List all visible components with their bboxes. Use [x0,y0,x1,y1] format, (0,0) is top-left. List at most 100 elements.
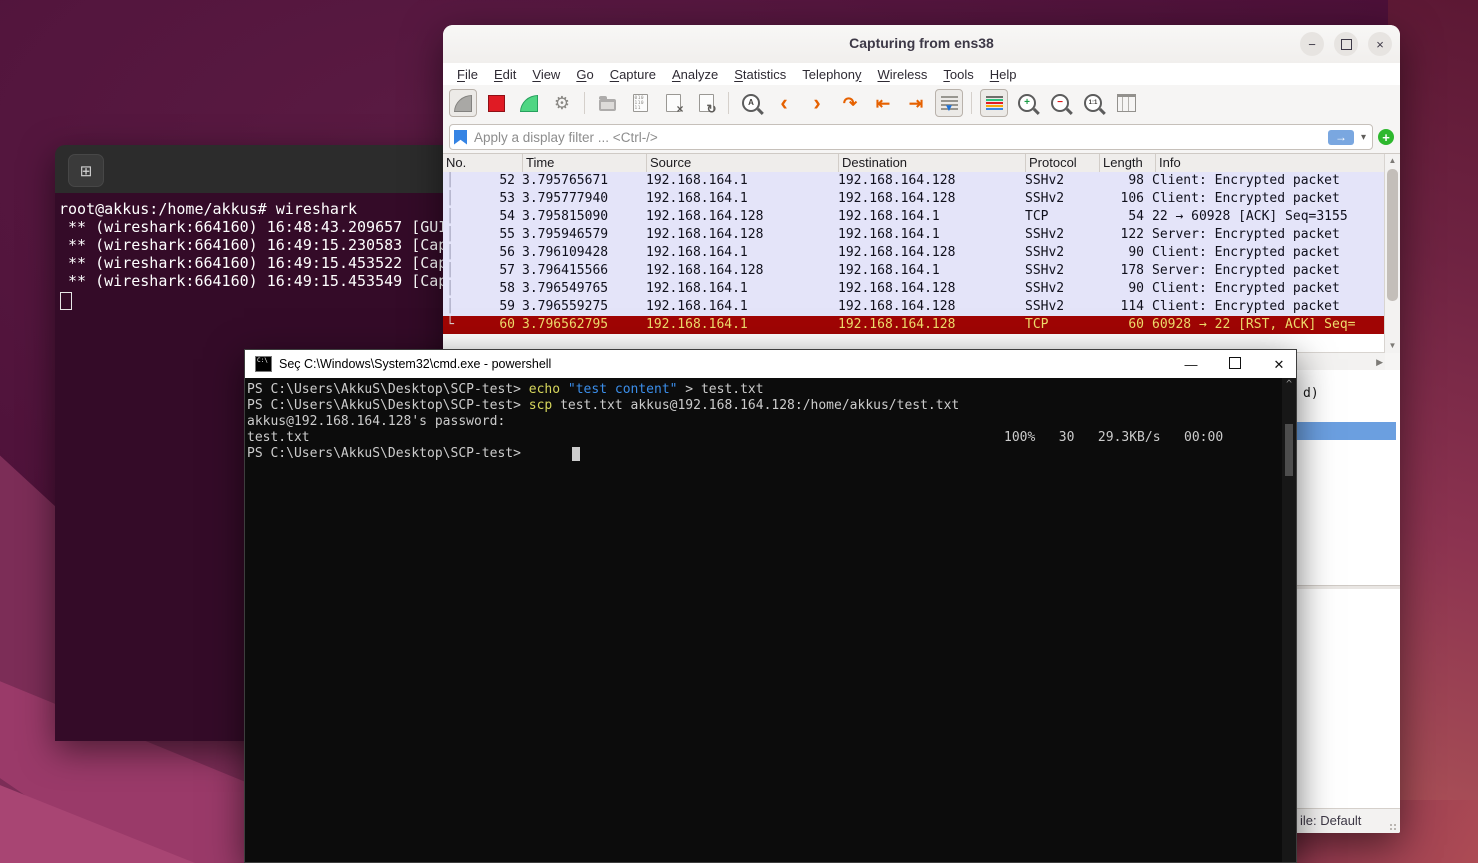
packet-row[interactable]: │553.795946579192.168.164.128192.168.164… [443,226,1385,244]
cmd-window[interactable]: C:\ Seç C:\Windows\System32\cmd.exe - po… [244,349,1297,863]
column-header-info[interactable]: Info [1156,154,1385,172]
packet-ind: │ [443,190,457,208]
resize-columns-icon[interactable] [1112,89,1140,117]
next-packet-icon[interactable]: › [803,89,831,117]
menu-help[interactable]: Help [982,67,1025,82]
minimize-button[interactable]: — [1184,358,1198,371]
cmd-text: test.txt [247,430,310,445]
menu-go[interactable]: Go [568,67,601,82]
wireshark-titlebar[interactable]: Capturing from ens38 −× [443,25,1400,64]
packet-protocol: TCP [1022,316,1096,334]
packet-row[interactable]: │543.795815090192.168.164.128192.168.164… [443,208,1385,226]
packet-no: 59 [457,298,519,316]
close-button[interactable]: ✕ [1272,358,1286,371]
menu-edit[interactable]: Edit [486,67,524,82]
packet-row[interactable]: │523.795765671192.168.164.1192.168.164.1… [443,172,1385,190]
toolbar-separator [584,92,585,114]
scroll-up-icon[interactable]: ^ [1282,380,1296,390]
resize-grip[interactable] [1389,823,1397,831]
scroll-up-icon[interactable]: ▲ [1385,155,1400,167]
packet-no: 56 [457,244,519,262]
cmd-window-title: Seç C:\Windows\System32\cmd.exe - powers… [279,357,551,371]
restart-capture-icon[interactable] [515,89,543,117]
maximize-button[interactable] [1334,32,1358,56]
packet-row[interactable]: └603.796562795192.168.164.1192.168.164.1… [443,316,1385,334]
menu-wireless[interactable]: Wireless [870,67,936,82]
packet-ind: └ [443,316,457,334]
packet-destination: 192.168.164.1 [835,226,1022,244]
cmd-text: PS C:\Users\AkkuS\Desktop\SCP-test> [247,446,529,461]
column-header-no[interactable]: No. [443,154,523,172]
menu-file[interactable]: File [449,67,486,82]
packet-row[interactable]: │563.796109428192.168.164.1192.168.164.1… [443,244,1385,262]
zoom-in-icon[interactable]: + [1013,89,1041,117]
find-packet-icon[interactable]: A [737,89,765,117]
scrollbar-thumb[interactable] [1387,169,1398,301]
packet-protocol: SSHv2 [1022,172,1096,190]
capture-options-icon[interactable]: ⚙ [548,89,576,117]
cmd-scrollbar[interactable]: ^ [1282,378,1296,862]
column-header-destination[interactable]: Destination [839,154,1026,172]
toolbar-separator [971,92,972,114]
colorize-icon[interactable] [980,89,1008,117]
menu-telephony[interactable]: Telephony [794,67,869,82]
cmd-text: PS C:\Users\AkkuS\Desktop\SCP-test> [247,398,529,413]
packet-list-scrollbar[interactable]: ▲ ▼ [1384,154,1400,353]
zoom-out-icon[interactable]: − [1046,89,1074,117]
column-header-length[interactable]: Length [1100,154,1156,172]
cmd-titlebar[interactable]: C:\ Seç C:\Windows\System32\cmd.exe - po… [245,350,1296,378]
apply-filter-button[interactable]: → [1328,130,1354,145]
cmd-line: test.txt 100% 30 29.3KB/s 00:00 [247,430,1282,446]
menu-tools[interactable]: Tools [935,67,981,82]
packet-destination: 192.168.164.128 [835,172,1022,190]
column-header-source[interactable]: Source [647,154,839,172]
close-button[interactable]: × [1368,32,1392,56]
packet-row[interactable]: │583.796549765192.168.164.1192.168.164.1… [443,280,1385,298]
last-packet-icon[interactable]: ⇥ [902,89,930,117]
scroll-right-icon[interactable]: ▶ [1376,355,1383,369]
filter-dropdown-icon[interactable]: ▾ [1359,132,1368,143]
cmd-output[interactable]: PS C:\Users\AkkuS\Desktop\SCP-test> echo… [245,378,1282,862]
go-to-packet-icon[interactable]: ↷ [836,89,864,117]
packet-protocol: SSHv2 [1022,190,1096,208]
minimize-button[interactable]: − [1300,32,1324,56]
zoom-original-icon[interactable]: 1:1 [1079,89,1107,117]
packet-length: 114 [1096,298,1148,316]
menu-statistics[interactable]: Statistics [726,67,794,82]
scrollbar-thumb[interactable] [1285,424,1293,476]
packet-time: 3.796109428 [519,244,643,262]
packet-info: Client: Encrypted packet [1148,190,1385,208]
menu-analyze[interactable]: Analyze [664,67,726,82]
previous-packet-icon[interactable]: ‹ [770,89,798,117]
display-filter-input[interactable] [472,129,1323,146]
add-filter-button[interactable]: + [1378,129,1394,145]
column-header-time[interactable]: Time [523,154,647,172]
packet-row[interactable]: │573.796415566192.168.164.128192.168.164… [443,262,1385,280]
open-file-icon[interactable] [593,89,621,117]
maximize-button[interactable] [1228,357,1242,371]
auto-scroll-icon[interactable]: ▼ [935,89,963,117]
packet-row[interactable]: │533.795777940192.168.164.1192.168.164.1… [443,190,1385,208]
start-capture-icon[interactable] [449,89,477,117]
bookmark-icon[interactable] [454,130,467,145]
first-packet-icon[interactable]: ⇤ [869,89,897,117]
menu-view[interactable]: View [524,67,568,82]
packet-row[interactable]: │593.796559275192.168.164.1192.168.164.1… [443,298,1385,316]
menu-capture[interactable]: Capture [602,67,664,82]
cmd-text: 100% 30 29.3KB/s 00:00 [1004,430,1223,446]
packet-ind: │ [443,226,457,244]
close-file-icon[interactable]: × [659,89,687,117]
save-file-icon[interactable]: 01011011 [626,89,654,117]
new-tab-button[interactable]: ⊞ [68,154,104,187]
filter-bar: → ▾ + [443,121,1400,153]
profile-label[interactable]: ile: Default [1300,809,1361,833]
window-controls: −× [1300,32,1392,56]
stop-capture-icon[interactable] [482,89,510,117]
column-header-protocol[interactable]: Protocol [1026,154,1100,172]
display-filter-box[interactable]: → ▾ [449,124,1373,150]
packet-time: 3.796559275 [519,298,643,316]
packet-info: Client: Encrypted packet [1148,172,1385,190]
scroll-down-icon[interactable]: ▼ [1385,340,1400,352]
reload-file-icon[interactable]: ↻ [692,89,720,117]
packet-protocol: SSHv2 [1022,244,1096,262]
